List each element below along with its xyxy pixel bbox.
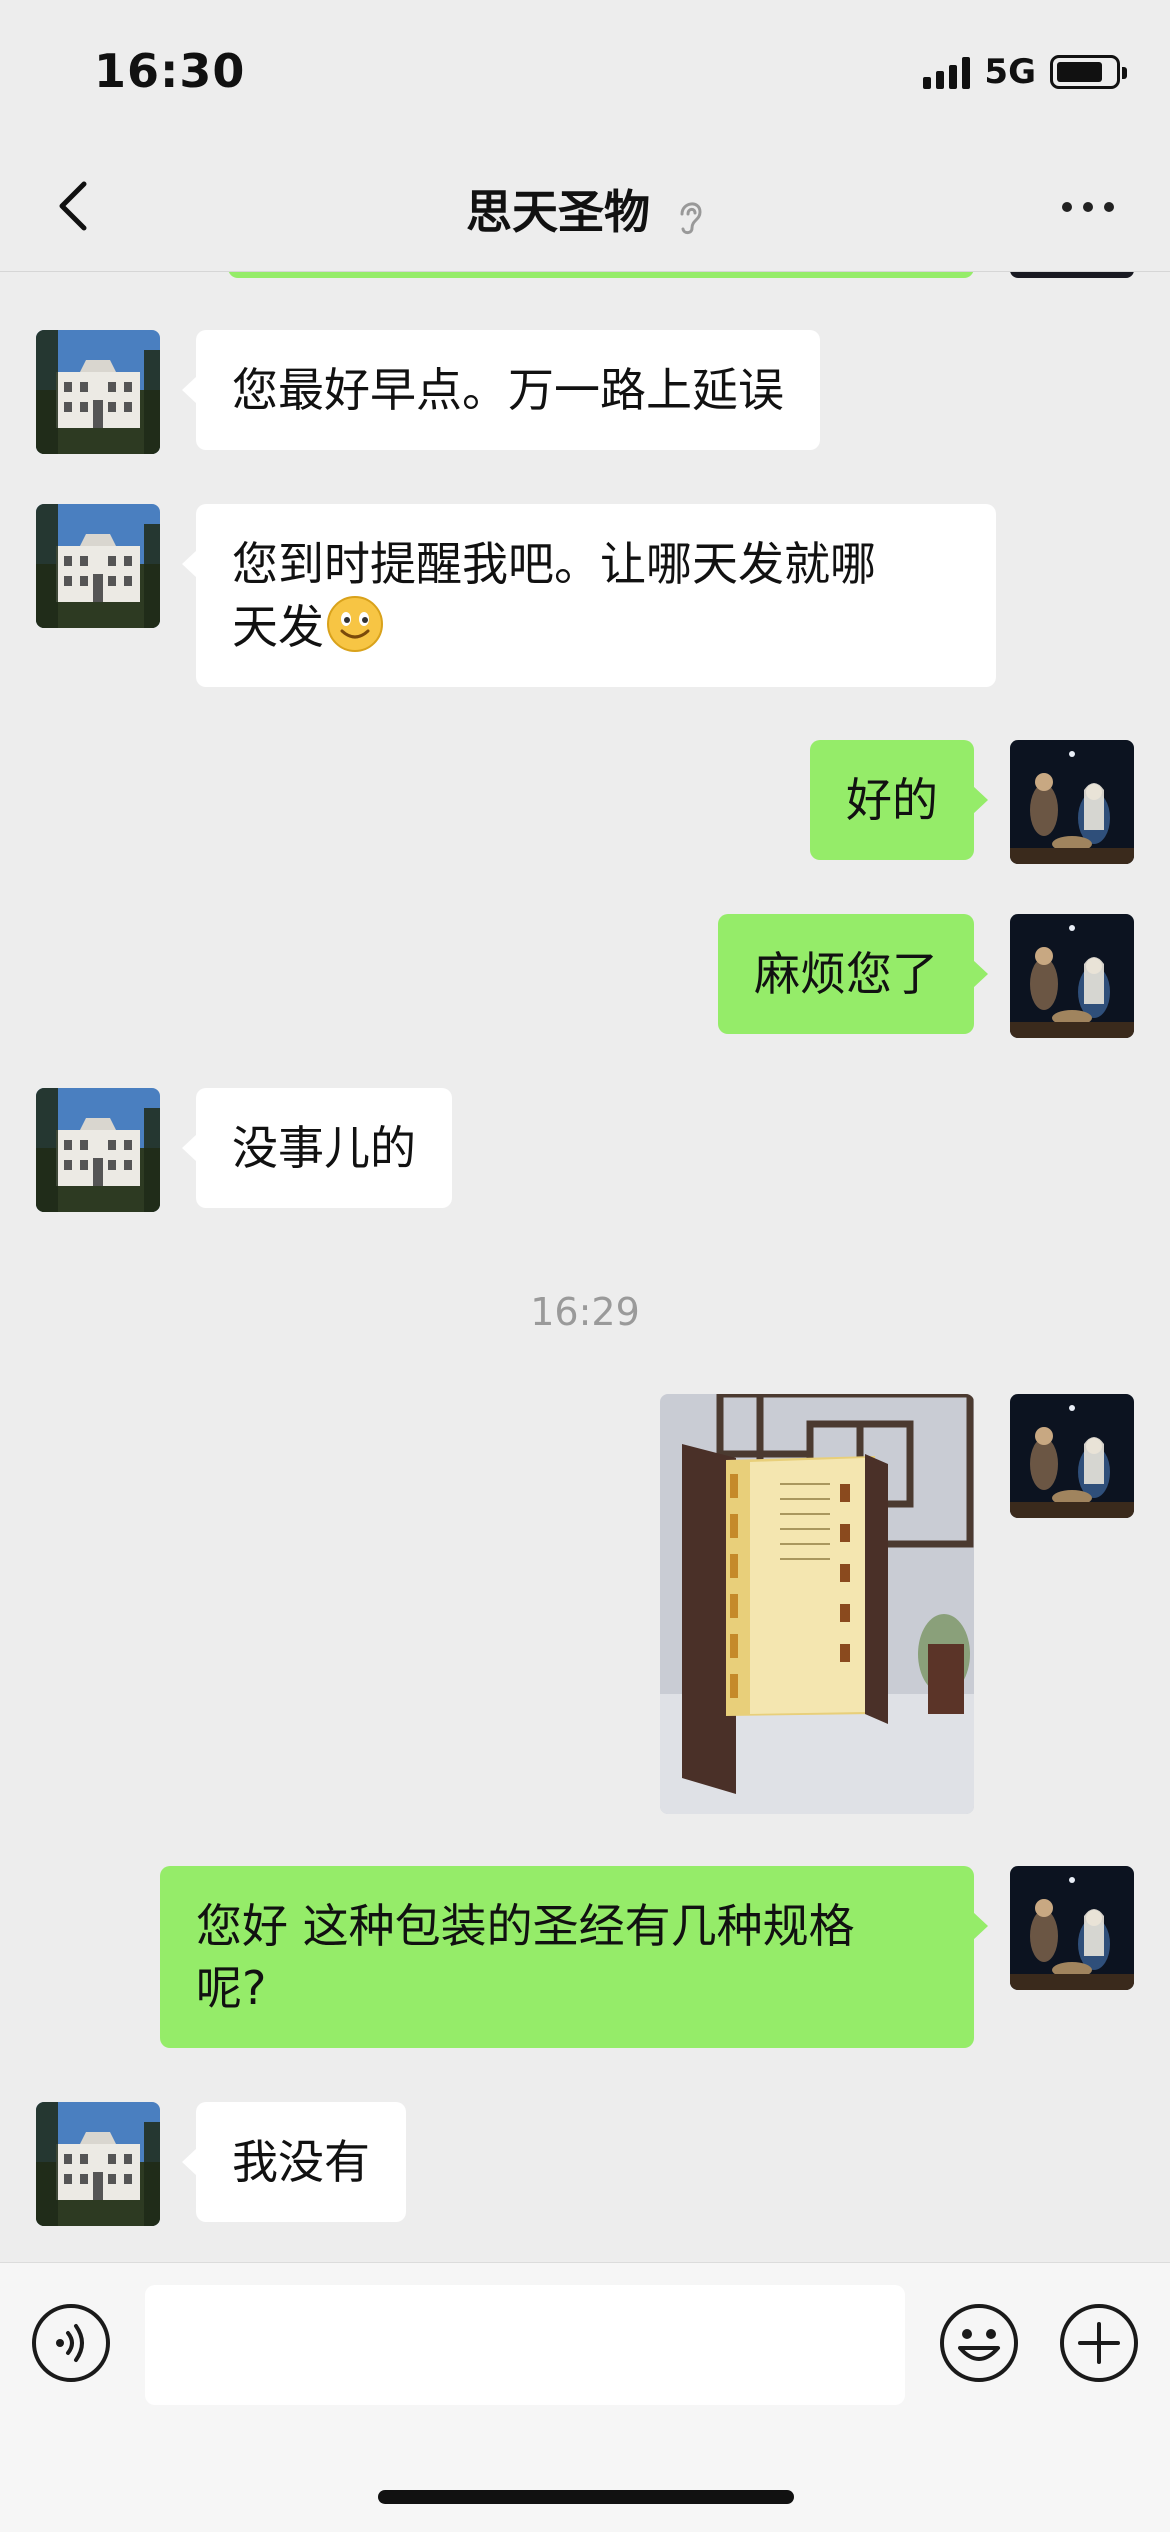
contact-avatar[interactable] [36, 330, 160, 454]
message-bubble-outgoing[interactable]: 麻烦您了 [718, 914, 988, 1034]
more-options-button[interactable] [1062, 202, 1114, 212]
image-message[interactable] [660, 1394, 974, 1814]
bible-photo-icon [660, 1394, 974, 1814]
message-text: 我没有 [232, 2135, 370, 2189]
message-text-line: 您到时提醒我吧。让哪天发就哪 [232, 537, 876, 591]
nativity-photo-icon [1010, 914, 1134, 1038]
nativity-photo-icon [1010, 1866, 1134, 1990]
emoji-icon[interactable] [938, 2302, 1020, 2384]
nav-bar: 思天圣物 [0, 140, 1170, 272]
message-input[interactable] [145, 2285, 905, 2405]
building-photo-icon [36, 330, 160, 454]
contact-avatar[interactable] [36, 1088, 160, 1212]
status-time: 16:30 [94, 44, 246, 98]
contact-avatar[interactable] [36, 504, 160, 628]
my-avatar[interactable] [1010, 1394, 1134, 1518]
message-bubble-incoming[interactable]: 您到时提醒我吧。让哪天发就哪 天发 [182, 504, 996, 687]
chat-title-text: 思天圣物 [465, 185, 650, 239]
more-dot [1104, 202, 1114, 212]
building-photo-icon [36, 504, 160, 628]
message-timestamp: 16:29 [530, 1290, 640, 1334]
chat-title: 思天圣物 [0, 176, 1170, 242]
message-bubble-incoming[interactable]: 您最好早点。万一路上延误 [182, 330, 820, 450]
status-bar: 16:30 5G [0, 0, 1170, 140]
more-dot [1062, 202, 1072, 212]
message-text-line-with-emoji: 天发 [232, 595, 960, 658]
message-bubble-outgoing[interactable]: 您好 这种包装的圣经有几种规格 呢? [160, 1866, 988, 2048]
my-avatar[interactable] [1010, 914, 1134, 1038]
message-bubble-incoming[interactable]: 我没有 [182, 2102, 406, 2222]
message-text: 天发 [232, 600, 324, 654]
message-text: 没事儿的 [232, 1121, 416, 1175]
signal-icon [923, 55, 971, 89]
plus-icon[interactable] [1058, 2302, 1140, 2384]
my-avatar[interactable] [1010, 740, 1134, 864]
more-dot [1083, 202, 1093, 212]
my-avatar[interactable] [1010, 1866, 1134, 1990]
smile-emoji-icon [327, 596, 383, 652]
message-text-line: 呢? [196, 1961, 267, 2015]
building-photo-icon [36, 2102, 160, 2226]
message-text: 好的 [846, 773, 938, 827]
message-text-line: 您好 这种包装的圣经有几种规格 [196, 1899, 855, 1953]
status-indicators: 5G [923, 52, 1127, 92]
nativity-photo-icon [1010, 1394, 1134, 1518]
ear-icon [680, 202, 702, 234]
network-type: 5G [984, 52, 1036, 92]
voice-input-icon[interactable] [30, 2302, 112, 2384]
home-indicator[interactable] [378, 2490, 794, 2504]
building-photo-icon [36, 1088, 160, 1212]
message-text: 麻烦您了 [754, 947, 938, 1001]
battery-icon [1050, 55, 1127, 89]
contact-avatar[interactable] [36, 2102, 160, 2226]
nativity-photo-icon [1010, 740, 1134, 864]
message-text: 您最好早点。万一路上延误 [232, 363, 784, 417]
message-bubble-outgoing[interactable]: 好的 [810, 740, 988, 860]
message-bubble-incoming[interactable]: 没事儿的 [182, 1088, 452, 1208]
